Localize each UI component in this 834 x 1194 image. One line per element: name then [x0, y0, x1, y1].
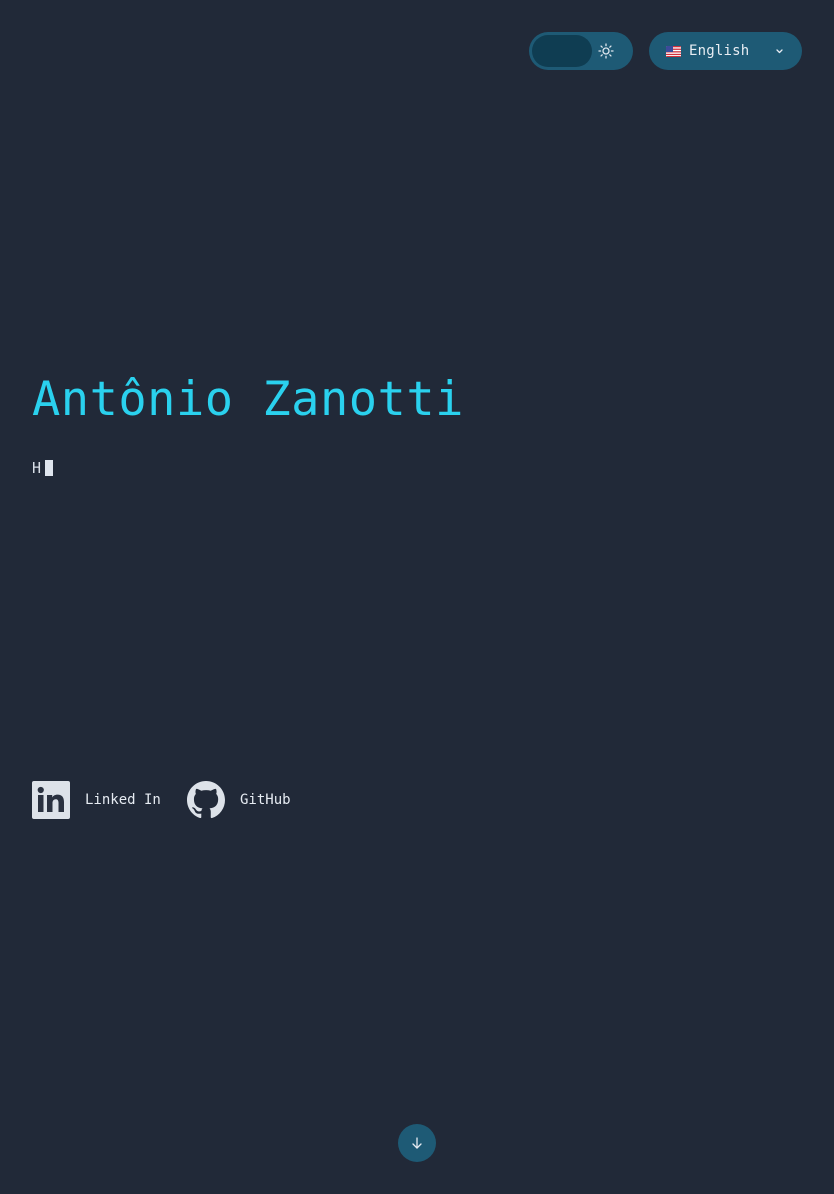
language-select[interactable]: English — [649, 32, 802, 70]
github-link[interactable]: GitHub — [187, 781, 291, 819]
typing-text: H — [32, 459, 54, 477]
linkedin-icon — [32, 781, 70, 819]
github-label: GitHub — [240, 792, 291, 808]
github-icon — [187, 781, 225, 819]
linkedin-link[interactable]: Linked In — [32, 781, 161, 819]
arrow-down-icon — [412, 1137, 422, 1149]
chevron-down-icon — [776, 49, 783, 54]
hero-name: Antônio Zanotti — [32, 372, 464, 427]
linkedin-label: Linked In — [85, 792, 161, 808]
sun-icon[interactable] — [598, 43, 614, 59]
typing-text-value: H — [32, 459, 42, 477]
scroll-down-button[interactable] — [398, 1124, 436, 1162]
us-flag-icon — [666, 46, 681, 57]
theme-toggle[interactable] — [529, 32, 633, 70]
language-label: English — [689, 43, 750, 59]
page: English Antônio Zanotti H Linked In GitH… — [0, 0, 834, 1194]
theme-toggle-knob[interactable] — [532, 35, 592, 67]
typing-cursor — [45, 460, 54, 476]
